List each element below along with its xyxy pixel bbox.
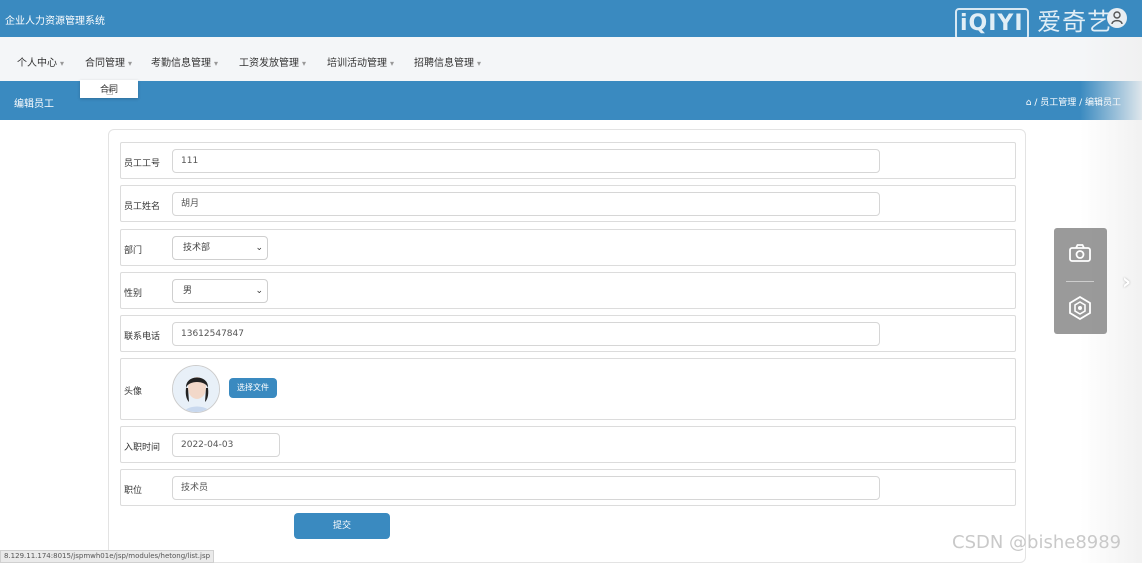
avatar-preview xyxy=(172,365,220,413)
chevron-down-icon: ▾ xyxy=(302,59,307,68)
form-row-phone: 联系电话 13612547847 xyxy=(120,315,1016,352)
chevron-right-icon[interactable]: › xyxy=(1122,270,1131,295)
chevron-down-icon: ⌄ xyxy=(255,243,263,253)
nav-recruitment[interactable]: 招聘信息管理 ▾ xyxy=(414,54,481,69)
nav-attendance[interactable]: 考勤信息管理 ▾ xyxy=(151,54,218,69)
form-row-hire-date: 入职时间 2022-04-03 xyxy=(120,426,1016,463)
department-select[interactable]: 技术部 ⌄ xyxy=(172,236,268,260)
breadcrumb: ⌂ / 员工管理 / 编辑员工 xyxy=(1025,98,1121,108)
chevron-down-icon: ▾ xyxy=(60,59,65,68)
app-title: 企业人力资源管理系统 xyxy=(5,16,105,27)
position-input[interactable]: 技术员 xyxy=(172,476,880,500)
department-label: 部门 xyxy=(124,246,143,256)
status-bar-url: 8.129.11.174:8015/jspmwh01e/jsp/modules/… xyxy=(0,550,215,563)
gender-label: 性别 xyxy=(124,289,143,299)
nav-payroll[interactable]: 工资发放管理 ▾ xyxy=(239,54,306,69)
nav-contract[interactable]: 合同管理 ▾ xyxy=(85,54,132,69)
employee-no-label: 员工工号 xyxy=(124,159,161,169)
chevron-down-icon: ▾ xyxy=(128,59,133,68)
form-row-employee-no: 员工工号 111 xyxy=(120,142,1016,179)
gender-select[interactable]: 男 ⌄ xyxy=(172,279,268,303)
phone-input[interactable]: 13612547847 xyxy=(172,322,880,346)
iqiyi-watermark: iQIYI 爱奇艺 xyxy=(955,2,1112,40)
main-nav: 个人中心 ▾ 合同管理 ▾ 考勤信息管理 ▾ 工资发放管理 ▾ 培训活动管理 ▾ 招聘信息… xyxy=(0,37,1142,81)
employee-name-label: 员工姓名 xyxy=(124,202,161,212)
position-label: 职位 xyxy=(124,486,143,496)
form-row-avatar: 头像 选择文件 xyxy=(120,358,1016,420)
top-bar: 企业人力资源管理系统 iQIYI 爱奇艺 xyxy=(0,0,1142,40)
camera-icon[interactable] xyxy=(1069,243,1091,266)
chevron-down-icon: ⌄ xyxy=(255,286,263,296)
toolbar-divider xyxy=(1066,281,1094,282)
layers-icon[interactable] xyxy=(1069,295,1091,323)
chevron-down-icon: ▾ xyxy=(477,59,482,68)
home-icon[interactable]: ⌂ xyxy=(1026,98,1032,108)
page-header: 编辑员工 ⌂ / 员工管理 / 编辑员工 xyxy=(0,81,1142,120)
hire-date-label: 入职时间 xyxy=(124,443,161,453)
user-avatar-icon[interactable] xyxy=(1107,8,1127,28)
form-row-department: 部门 技术部 ⌄ xyxy=(120,229,1016,266)
mouse-cursor-icon: ☝ xyxy=(106,84,114,98)
choose-file-button[interactable]: 选择文件 xyxy=(229,378,277,398)
chevron-down-icon: ▾ xyxy=(214,59,219,68)
nav-training[interactable]: 培训活动管理 ▾ xyxy=(327,54,394,69)
side-toolbar xyxy=(1054,228,1107,334)
form-row-employee-name: 员工姓名 胡月 xyxy=(120,185,1016,222)
form-row-position: 职位 技术员 xyxy=(120,469,1016,506)
employee-name-input[interactable]: 胡月 xyxy=(172,192,880,216)
chevron-down-icon: ▾ xyxy=(390,59,395,68)
nav-personal-center[interactable]: 个人中心 ▾ xyxy=(17,54,64,69)
page-title: 编辑员工 xyxy=(14,99,54,110)
employee-no-input[interactable]: 111 xyxy=(172,149,880,173)
form-row-gender: 性别 男 ⌄ xyxy=(120,272,1016,309)
hire-date-input[interactable]: 2022-04-03 xyxy=(172,433,280,457)
submit-button[interactable]: 提交 xyxy=(294,513,390,539)
avatar-label: 头像 xyxy=(124,387,143,397)
phone-label: 联系电话 xyxy=(124,332,161,342)
csdn-watermark: CSDN @bishe8989 xyxy=(952,532,1122,553)
